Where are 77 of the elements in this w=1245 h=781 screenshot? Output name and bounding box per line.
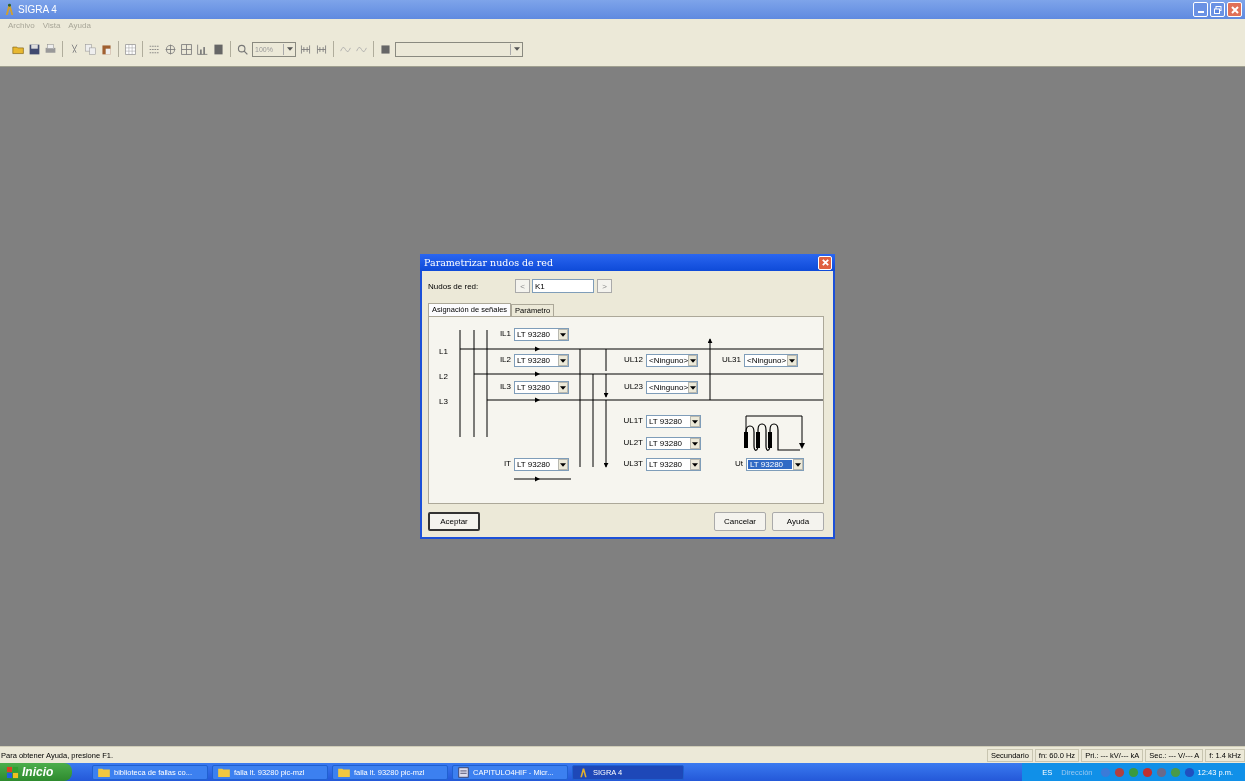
minimize-icon (1197, 11, 1204, 13)
signal-dropdown[interactable]: <Ninguno> (646, 354, 698, 367)
signal-dropdown[interactable]: LT 93280 (646, 458, 701, 471)
restore-icon (1212, 4, 1223, 15)
dialog-button[interactable]: Aceptar (428, 512, 480, 531)
minimize-button[interactable] (1193, 2, 1208, 17)
caret-icon (560, 462, 566, 467)
tray-icon[interactable] (1113, 766, 1125, 778)
caret-icon (795, 462, 801, 467)
signal-dropdown[interactable]: LT 93280 (646, 415, 701, 428)
caret-icon (560, 358, 566, 363)
caret-icon (689, 385, 696, 390)
signal-dropdown[interactable]: LT 93280 (514, 328, 569, 341)
dialog-title: Parametrizar nudos de red (424, 257, 554, 268)
grid-icon[interactable] (124, 42, 137, 56)
window-title: SIGRA 4 (18, 4, 57, 15)
signal-label: UL3T (622, 459, 643, 468)
signal-dropdown[interactable]: <Ninguno> (744, 354, 798, 367)
signal-dropdown[interactable]: <Ninguno> (646, 381, 698, 394)
target-icon[interactable] (164, 42, 177, 56)
signal-dropdown[interactable]: LT 93280 (746, 458, 804, 471)
block-icon[interactable] (379, 42, 392, 56)
signal-dropdown[interactable]: LT 93280 (514, 381, 569, 394)
caret-icon (513, 47, 520, 51)
tray-icon[interactable] (1183, 766, 1195, 778)
signal-dropdown[interactable]: LT 93280 (646, 437, 701, 450)
windows-logo-icon (6, 765, 19, 779)
signal-label: IT (502, 459, 511, 468)
line-label: L1 (439, 347, 448, 356)
start-button[interactable]: Inicio (0, 763, 72, 781)
tray-icon[interactable] (1155, 766, 1167, 778)
close-icon (1229, 4, 1240, 15)
figure-icon (578, 766, 589, 778)
caret-icon (560, 385, 566, 390)
block-icon[interactable] (212, 42, 225, 56)
bracket-icon[interactable] (315, 42, 328, 56)
document-icon (458, 766, 469, 778)
paste-icon[interactable] (100, 42, 113, 56)
dropdown[interactable] (395, 41, 523, 57)
tray-icon[interactable] (1141, 766, 1153, 778)
node-field[interactable]: K1 (532, 279, 594, 293)
caret-icon (560, 332, 566, 337)
close-button[interactable] (818, 255, 832, 270)
signal-label: IL3 (498, 382, 511, 391)
caret-icon (692, 419, 698, 424)
dialog-button[interactable]: Ayuda (772, 512, 824, 531)
signal-dropdown[interactable]: LT 93280 (514, 354, 569, 367)
bracket-icon[interactable] (299, 42, 312, 56)
magnifier-icon[interactable] (236, 42, 249, 56)
field-label: Nudos de red: (428, 281, 480, 291)
signal-label: UL12 (622, 355, 643, 364)
signal-label: UL2T (622, 438, 643, 447)
caret-icon (286, 47, 293, 51)
folder-icon (98, 767, 110, 777)
signal-label: IL2 (498, 355, 511, 364)
line-label: L3 (439, 397, 448, 406)
figure-icon (3, 3, 16, 16)
caret-icon (692, 441, 698, 446)
caret-icon (689, 358, 696, 363)
transformer-drawing (744, 414, 806, 454)
caret-icon (789, 358, 795, 363)
caret-icon (692, 462, 698, 467)
signal-label: Ut (734, 459, 743, 468)
maximize-button[interactable] (1210, 2, 1225, 17)
close-button[interactable] (1227, 2, 1242, 17)
chart-icon[interactable] (196, 42, 209, 56)
signal-label: UL1T (622, 416, 643, 425)
close-icon (820, 258, 830, 267)
signal-dropdown[interactable]: LT 93280 (514, 458, 569, 471)
line-label: L2 (439, 372, 448, 381)
signal-label: UL31 (720, 355, 741, 364)
folder-icon (338, 767, 350, 777)
table-icon[interactable] (180, 42, 193, 56)
signal-label: IL1 (498, 329, 511, 338)
folder-icon (218, 767, 230, 777)
signal-label: UL23 (622, 382, 643, 391)
dialog-button[interactable]: Cancelar (714, 512, 766, 531)
